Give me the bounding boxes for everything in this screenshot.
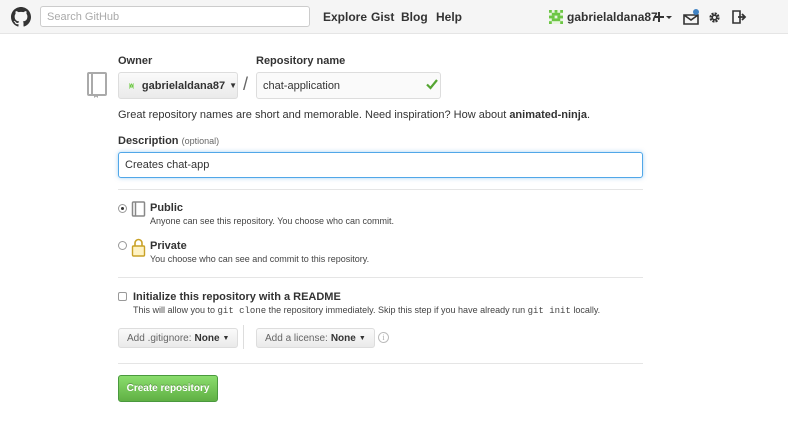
license-label: Add a license: (265, 332, 328, 344)
gitignore-value: None (194, 332, 220, 344)
license-dropdown[interactable]: Add a license: None ▼ (256, 328, 375, 348)
nav-help[interactable]: Help (436, 10, 462, 24)
lock-icon (131, 238, 146, 257)
private-desc: You choose who can see and commit to thi… (150, 254, 370, 264)
notifications-icon[interactable] (683, 8, 699, 26)
private-title: Private (150, 240, 187, 252)
owner-avatar (129, 83, 134, 88)
search-input[interactable] (40, 6, 310, 27)
create-repository-button[interactable]: Create repository (118, 375, 218, 402)
divider (118, 277, 643, 278)
top-header: Explore Gist Blog Help gabrielaldana87 (0, 0, 788, 34)
description-label: Description (118, 135, 179, 147)
plus-icon[interactable] (654, 8, 672, 26)
owner-value: gabrielaldana87 (141, 79, 226, 92)
radio-public[interactable] (118, 204, 127, 213)
license-value: None (330, 332, 356, 344)
owner-dropdown[interactable]: gabrielaldana87 ▼ (118, 72, 238, 99)
gitignore-dropdown[interactable]: Add .gitignore: None ▼ (118, 328, 239, 348)
nav-explore[interactable]: Explore (323, 10, 367, 24)
radio-private[interactable] (118, 241, 127, 250)
header-username[interactable]: gabrielaldana87 (567, 10, 658, 24)
readme-desc: This will allow you to git clone the rep… (133, 305, 601, 316)
name-suggestion[interactable]: animated-ninja (509, 109, 587, 121)
chevron-down-icon: ▼ (222, 334, 230, 342)
description-input[interactable] (118, 152, 643, 178)
sign-out-icon[interactable] (732, 8, 747, 26)
repo-name-hint: Great repository names are short and mem… (118, 109, 590, 121)
description-label-row: Description (optional) (118, 135, 219, 147)
github-octocat-icon[interactable] (11, 7, 31, 27)
repo-book-icon (87, 72, 107, 98)
divider (118, 189, 643, 190)
divider (243, 325, 244, 349)
readme-checkbox[interactable] (118, 292, 127, 301)
nav-blog[interactable]: Blog (401, 10, 428, 24)
public-desc: Anyone can see this repository. You choo… (150, 216, 394, 226)
nav-gist[interactable]: Gist (371, 10, 394, 24)
public-repo-icon (131, 201, 146, 217)
divider (118, 363, 643, 364)
chevron-down-icon: ▼ (229, 81, 237, 90)
repo-name-input[interactable] (256, 72, 441, 99)
public-title: Public (150, 202, 184, 214)
gear-icon[interactable] (708, 8, 721, 26)
readme-title: Initialize this repository with a README (133, 291, 341, 303)
repo-name-label: Repository name (256, 55, 346, 67)
valid-check-icon (426, 79, 438, 90)
info-icon[interactable]: i (378, 332, 389, 343)
gitignore-label: Add .gitignore: (127, 332, 192, 344)
owner-repo-separator: / (243, 74, 249, 94)
owner-label: Owner (118, 55, 153, 67)
description-optional: (optional) (181, 136, 220, 146)
chevron-down-icon: ▼ (358, 334, 366, 342)
user-avatar[interactable] (549, 10, 563, 24)
